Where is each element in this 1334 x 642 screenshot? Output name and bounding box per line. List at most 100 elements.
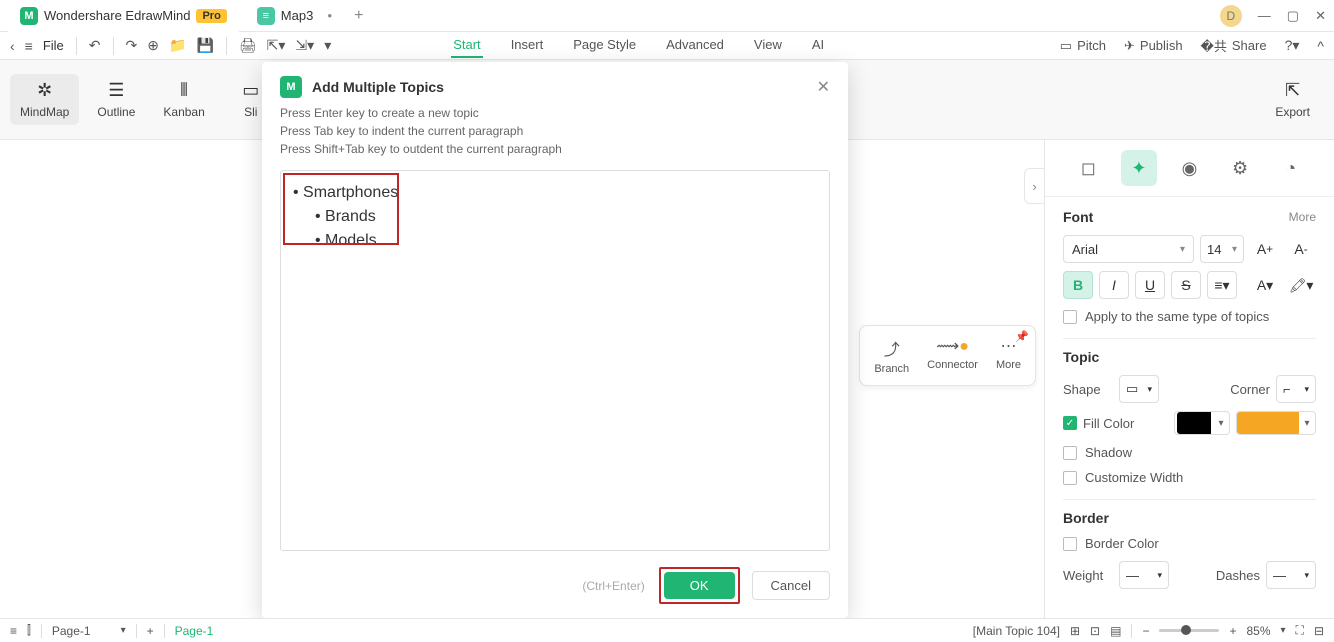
window-controls: D — ▢ ✕ [1220,5,1326,27]
new-tab-button[interactable]: + [354,7,363,25]
export-dd-icon[interactable]: ⇱▾ [267,37,286,54]
document-tab[interactable]: ≡ Map3 ● [245,0,344,32]
font-family-select[interactable]: Arial▾ [1063,235,1194,263]
collapse-icon[interactable]: ^ [1317,38,1324,54]
dialog-close-button[interactable]: ✕ [817,77,830,97]
print-icon[interactable]: 🖨 [239,37,257,54]
dashes-label: Dashes [1216,568,1260,583]
pin-icon[interactable]: 📌 [1015,330,1029,343]
export-button[interactable]: ⇱ Export [1275,80,1324,119]
import-dd-icon[interactable]: ⇲▾ [295,37,314,54]
dialog-title: Add Multiple Topics [312,79,444,95]
zoom-out-button[interactable]: − [1142,624,1149,638]
hamburger-icon[interactable]: ≡ [25,38,33,54]
panel-tab-topic[interactable]: ◻ [1070,150,1106,186]
sb-menu-icon[interactable]: ≡ [10,624,17,638]
file-menu[interactable]: File [43,38,64,53]
strikethrough-button[interactable]: S [1171,271,1201,299]
tab-insert[interactable]: Insert [509,33,546,58]
fillcolor-primary[interactable]: ▾ [1174,411,1230,435]
tab-label: Map3 [281,8,314,23]
border-section-title: Border [1063,510,1109,526]
close-button[interactable]: ✕ [1315,8,1326,24]
ok-highlight: OK [659,567,740,604]
shape-select[interactable]: ▭ ▾ [1119,375,1159,403]
sb-fit-icon[interactable]: ⊡ [1090,624,1100,638]
apply-same-checkbox[interactable] [1063,310,1077,324]
fullscreen-icon[interactable]: ⛶ [1296,623,1304,638]
back-button[interactable]: ‹ [10,38,15,54]
tab-advanced[interactable]: Advanced [664,33,726,58]
minimize-button[interactable]: — [1258,8,1271,23]
branch-button[interactable]: ⤴ Branch [866,332,917,379]
mindmap-view-button[interactable]: ✲ MindMap [10,74,79,125]
open-folder-icon[interactable]: 📁 [169,37,186,54]
tab-start[interactable]: Start [451,33,482,58]
undo-button[interactable]: ↶ [89,37,101,54]
outline-view-button[interactable]: ☰ Outline [87,74,145,125]
more-icon: ⋯ [1000,336,1016,356]
user-avatar[interactable]: D [1220,5,1242,27]
publish-button[interactable]: ✈Publish [1124,38,1183,54]
sb-layout-icon[interactable]: ⫿ [27,623,31,638]
tab-view[interactable]: View [752,33,784,58]
pitch-icon: ▭ [1060,38,1072,54]
customwidth-checkbox[interactable] [1063,471,1077,485]
connector-button[interactable]: ⟿● Connector [919,332,986,379]
add-topics-dialog: M Add Multiple Topics ✕ Press Enter key … [262,62,848,618]
panel-tab-history[interactable]: ◔ [1273,150,1309,186]
zoom-value[interactable]: 85% [1246,624,1270,638]
kanban-view-button[interactable]: ⫴ Kanban [153,74,214,125]
add-page-button[interactable]: + [147,624,154,638]
topics-textarea[interactable]: • Smartphones • Brands • Models [280,170,830,551]
tab-ai[interactable]: AI [810,33,826,58]
share-button[interactable]: �共Share [1201,36,1267,55]
fillcolor-checkbox[interactable]: ✓ [1063,416,1077,430]
dashes-select[interactable]: — ▾ [1266,561,1316,589]
italic-button[interactable]: I [1099,271,1129,299]
align-button[interactable]: ≡▾ [1207,271,1237,299]
tab-pagestyle[interactable]: Page Style [571,33,638,58]
font-section-title: Font [1063,209,1093,225]
panel-tab-tag[interactable]: ◉ [1171,150,1207,186]
active-page-label[interactable]: Page-1 [175,624,214,638]
save-icon[interactable]: 💾 [196,37,213,54]
zoom-in-button[interactable]: + [1229,624,1236,638]
font-increase-button[interactable]: A+ [1250,235,1280,263]
pitch-button[interactable]: ▭Pitch [1060,38,1106,54]
sb-grid-icon[interactable]: ⊞ [1070,624,1080,638]
font-size-select[interactable]: 14▾ [1200,235,1244,263]
weight-select[interactable]: — ▾ [1119,561,1169,589]
cancel-button[interactable]: Cancel [752,571,830,600]
help-icon[interactable]: ?▾ [1285,37,1300,54]
zoom-slider[interactable] [1159,629,1219,632]
sb-outline-icon[interactable]: ▤ [1110,624,1121,638]
weight-label: Weight [1063,568,1113,583]
ok-button[interactable]: OK [664,572,735,599]
connector-icon: ⟿● [936,336,969,356]
font-color-button[interactable]: A▾ [1250,271,1280,299]
panel-tab-style[interactable]: ✦ [1121,150,1157,186]
maximize-button[interactable]: ▢ [1287,8,1299,24]
underline-button[interactable]: U [1135,271,1165,299]
collapse-panel-button[interactable]: › [1024,168,1044,204]
panel-tab-setting[interactable]: ⚙ [1222,150,1258,186]
bold-button[interactable]: B [1063,271,1093,299]
corner-select[interactable]: ⌐ ▾ [1276,375,1316,403]
tab-dirty-icon: ● [327,11,332,20]
fillcolor-secondary[interactable]: ▾ [1236,411,1316,435]
font-more-link[interactable]: More [1289,210,1316,224]
font-decrease-button[interactable]: A- [1286,235,1316,263]
dialog-hints: Press Enter key to create a new topic Pr… [262,104,848,168]
bordercolor-checkbox[interactable] [1063,537,1077,551]
redo-button[interactable]: ↷ [126,37,138,54]
app-tab[interactable]: M Wondershare EdrawMind Pro [8,0,239,32]
highlight-button[interactable]: 🖍▾ [1286,271,1316,299]
sb-collapse-icon[interactable]: ⊟ [1314,624,1324,638]
shadow-checkbox[interactable] [1063,446,1077,460]
page-dropdown[interactable]: Page-1▾ [52,624,126,638]
fillcolor-label: Fill Color [1083,416,1134,431]
more-dd-icon[interactable]: ▾ [324,37,331,54]
statusbar: ≡ ⫿ Page-1▾ + Page-1 [Main Topic 104] ⊞ … [0,618,1334,642]
new-file-icon[interactable]: ⊕ [147,37,159,54]
